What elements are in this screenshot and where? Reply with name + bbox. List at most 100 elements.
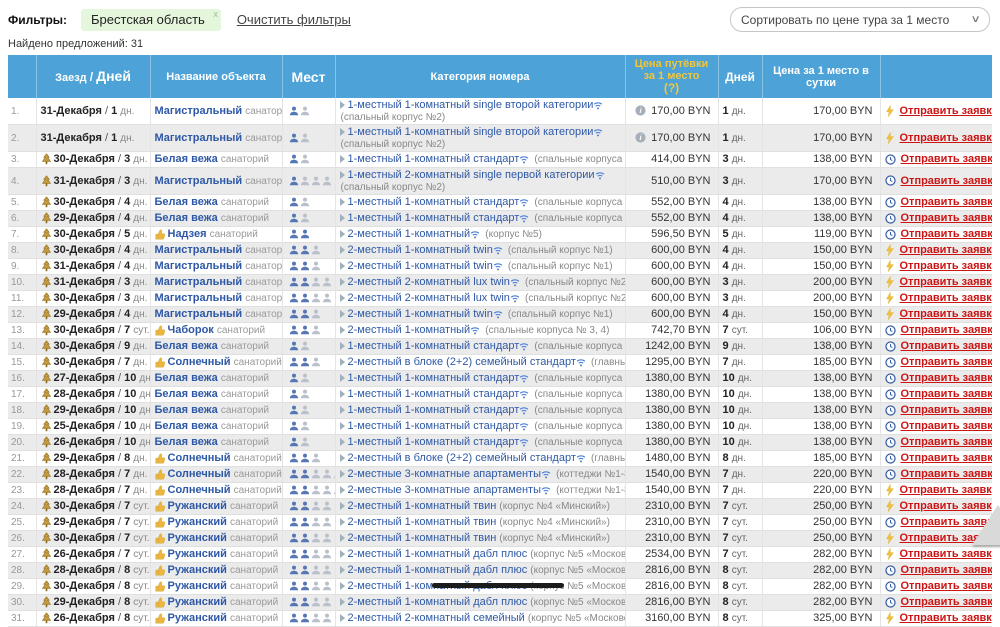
object-link[interactable]: Ружанский — [168, 580, 227, 592]
expand-icon[interactable] — [340, 374, 345, 382]
object-link[interactable]: Белая вежа — [155, 196, 218, 208]
send-request-link[interactable]: Отправить заявку — [900, 276, 993, 288]
expand-icon[interactable] — [340, 262, 345, 270]
category-link[interactable]: 2-местный 2-комнатный семейный — [348, 612, 525, 624]
send-request-link[interactable]: Отправить заявку — [901, 175, 993, 187]
category-link[interactable]: 2-местный в блоке (2+2) семейный стандар… — [348, 356, 576, 368]
send-request-link[interactable]: Отправить заявку — [901, 228, 993, 240]
object-link[interactable]: Белая вежа — [155, 420, 218, 432]
info-icon[interactable]: i — [635, 132, 646, 143]
object-link[interactable]: Магистральный — [155, 105, 243, 117]
expand-icon[interactable] — [340, 278, 345, 286]
send-request-link[interactable]: Отправить заявку — [901, 436, 993, 448]
send-request-link[interactable]: Отправить заявку — [901, 452, 993, 464]
category-link[interactable]: 1-местный 1-комнатный стандарт — [348, 212, 520, 224]
send-request-link[interactable]: Отправить заявку — [900, 548, 993, 560]
object-link[interactable]: Белая вежа — [155, 372, 218, 384]
expand-icon[interactable] — [340, 598, 345, 606]
expand-icon[interactable] — [340, 155, 345, 163]
category-link[interactable]: 2-местный 1-комнатный — [348, 324, 471, 336]
send-request-link[interactable]: Отправить заявку — [901, 404, 993, 416]
category-link[interactable]: 2-местный 1-комнатный twin — [348, 244, 493, 256]
send-request-link[interactable]: Отправить заявку — [900, 260, 993, 272]
send-request-link[interactable]: Отправить заявку — [901, 468, 993, 480]
category-link[interactable]: 2-местный 1-комнатный дабл плюс — [348, 596, 528, 608]
send-request-link[interactable]: Отправить заявку — [901, 356, 993, 368]
object-link[interactable]: Ружанский — [168, 532, 227, 544]
category-link[interactable]: 2-местный 1-комнатный твин — [348, 500, 497, 512]
object-link[interactable]: Чаборок — [168, 324, 214, 336]
send-request-link[interactable]: Отправить заявку — [900, 105, 993, 117]
send-request-link[interactable]: Отправить заявку — [901, 388, 993, 400]
send-request-link[interactable]: Отправить заявку — [901, 212, 993, 224]
expand-icon[interactable] — [340, 486, 345, 494]
object-link[interactable]: Белая вежа — [155, 340, 218, 352]
category-link[interactable]: 2-местный в блоке (2+2) семейный стандар… — [348, 452, 576, 464]
object-link[interactable]: Ружанский — [168, 500, 227, 512]
send-request-link[interactable]: Отправить заявку — [900, 132, 993, 144]
category-link[interactable]: 1-местный 1-комнатный стандарт — [348, 420, 520, 432]
category-link[interactable]: 2-местный 2-комнатный lux twin — [348, 276, 510, 288]
object-link[interactable]: Ружанский — [168, 564, 227, 576]
header-arrival[interactable]: Заезд / Дней — [36, 55, 150, 98]
expand-icon[interactable] — [340, 422, 345, 430]
object-link[interactable]: Белая вежа — [155, 212, 218, 224]
category-link[interactable]: 1-местный 1-комнатный стандарт — [348, 388, 520, 400]
object-link[interactable]: Белая вежа — [155, 388, 218, 400]
object-link[interactable]: Магистральный — [155, 244, 243, 256]
send-request-link[interactable]: Отправить заявку — [900, 612, 993, 624]
category-link[interactable]: 2-местный 1-комнатный — [348, 228, 471, 240]
send-request-link[interactable]: Отправить заявку — [901, 196, 993, 208]
expand-icon[interactable] — [340, 518, 345, 526]
expand-icon[interactable] — [340, 534, 345, 542]
object-link[interactable]: Солнечный — [168, 468, 231, 480]
send-request-link[interactable]: Отправить заявку — [901, 324, 993, 336]
expand-icon[interactable] — [340, 246, 345, 254]
object-link[interactable]: Магистральный — [155, 292, 243, 304]
send-request-link[interactable]: Отправить заявку — [901, 580, 993, 592]
category-link[interactable]: 2-местный 1-комнатный твин — [348, 516, 497, 528]
expand-icon[interactable] — [340, 502, 345, 510]
object-link[interactable]: Магистральный — [155, 132, 243, 144]
object-link[interactable]: Белая вежа — [155, 436, 218, 448]
expand-icon[interactable] — [340, 454, 345, 462]
object-link[interactable]: Магистральный — [155, 276, 243, 288]
expand-icon[interactable] — [340, 438, 345, 446]
category-link[interactable]: 1-местный 1-комнатный стандарт — [348, 436, 520, 448]
object-link[interactable]: Солнечный — [168, 452, 231, 464]
expand-icon[interactable] — [340, 614, 345, 622]
object-link[interactable]: Солнечный — [168, 484, 231, 496]
expand-icon[interactable] — [340, 214, 345, 222]
send-request-link[interactable]: Отправить заявку — [900, 292, 993, 304]
category-link[interactable]: 2-местные 3-комнатные апартаменты — [348, 468, 542, 480]
expand-icon[interactable] — [340, 582, 345, 590]
expand-icon[interactable] — [340, 470, 345, 478]
chip-close-icon[interactable]: x — [213, 9, 218, 19]
object-link[interactable]: Белая вежа — [155, 153, 218, 165]
expand-icon[interactable] — [340, 171, 345, 179]
sort-select[interactable]: Сортировать по цене тура за 1 место ∨ — [730, 7, 990, 32]
category-link[interactable]: 2-местный 1-комнатный twin — [348, 308, 493, 320]
object-link[interactable]: Ружанский — [168, 612, 227, 624]
object-link[interactable]: Белая вежа — [155, 404, 218, 416]
category-link[interactable]: 1-местный 1-комнатный стандарт — [348, 340, 520, 352]
category-link[interactable]: 1-местный 1-комнатный стандарт — [348, 153, 520, 165]
send-request-link[interactable]: Отправить заявку — [901, 420, 993, 432]
header-object[interactable]: Название объекта — [150, 55, 282, 98]
category-link[interactable]: 2-местный 1-комнатный twin — [348, 260, 493, 272]
category-link[interactable]: 2-местные 3-комнатные апартаменты — [348, 484, 542, 496]
expand-icon[interactable] — [340, 310, 345, 318]
object-link[interactable]: Магистральный — [155, 175, 243, 187]
expand-icon[interactable] — [340, 326, 345, 334]
category-link[interactable]: 1-местный 1-комнатный стандарт — [348, 196, 520, 208]
expand-icon[interactable] — [340, 101, 345, 109]
category-link[interactable]: 1-местный 1-комнатный стандарт — [348, 404, 520, 416]
expand-icon[interactable] — [340, 550, 345, 558]
object-link[interactable]: Солнечный — [168, 356, 231, 368]
header-seats[interactable]: Мест — [282, 55, 335, 98]
send-request-link[interactable]: Отправить заявку — [901, 153, 993, 165]
category-link[interactable]: 2-местный 1-комнатный твин — [348, 532, 497, 544]
send-request-link[interactable]: Отправить заявку — [901, 340, 993, 352]
expand-icon[interactable] — [340, 230, 345, 238]
expand-icon[interactable] — [340, 128, 345, 136]
